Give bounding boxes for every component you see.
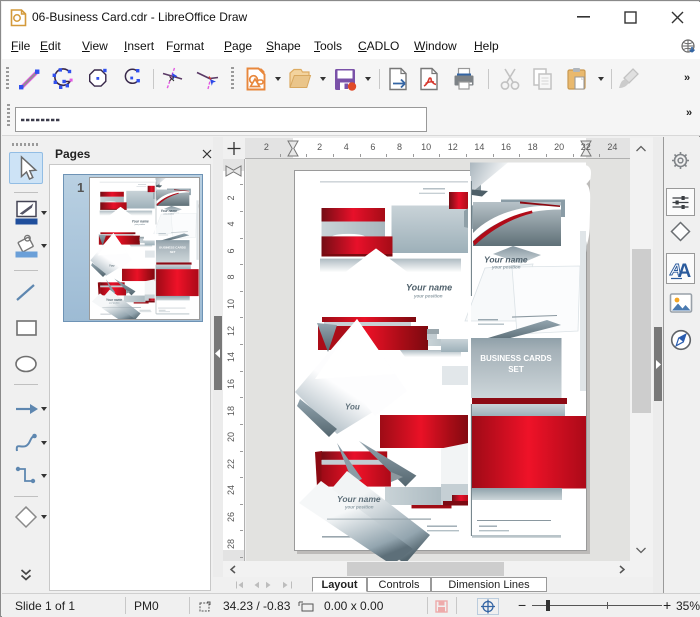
svg-text:Your name: Your name: [132, 219, 149, 223]
svg-text:BUSINESS CARDS: BUSINESS CARDS: [480, 354, 552, 363]
svg-text:your position: your position: [413, 294, 443, 299]
svg-text:your position: your position: [344, 505, 374, 510]
svg-text:BUSINESS CARDS: BUSINESS CARDS: [159, 246, 186, 250]
svg-text:Your name: Your name: [406, 283, 452, 293]
svg-text:You: You: [109, 264, 115, 268]
svg-text:your position: your position: [134, 223, 146, 226]
svg-text:SET: SET: [170, 250, 176, 254]
svg-text:You: You: [345, 403, 360, 412]
svg-text:your position: your position: [491, 265, 521, 270]
svg-text:Your name: Your name: [337, 494, 381, 504]
svg-text:Your name: Your name: [106, 298, 122, 302]
svg-text:Your name: Your name: [161, 209, 177, 213]
svg-text:SET: SET: [508, 365, 524, 374]
svg-text:Your name: Your name: [484, 255, 528, 265]
